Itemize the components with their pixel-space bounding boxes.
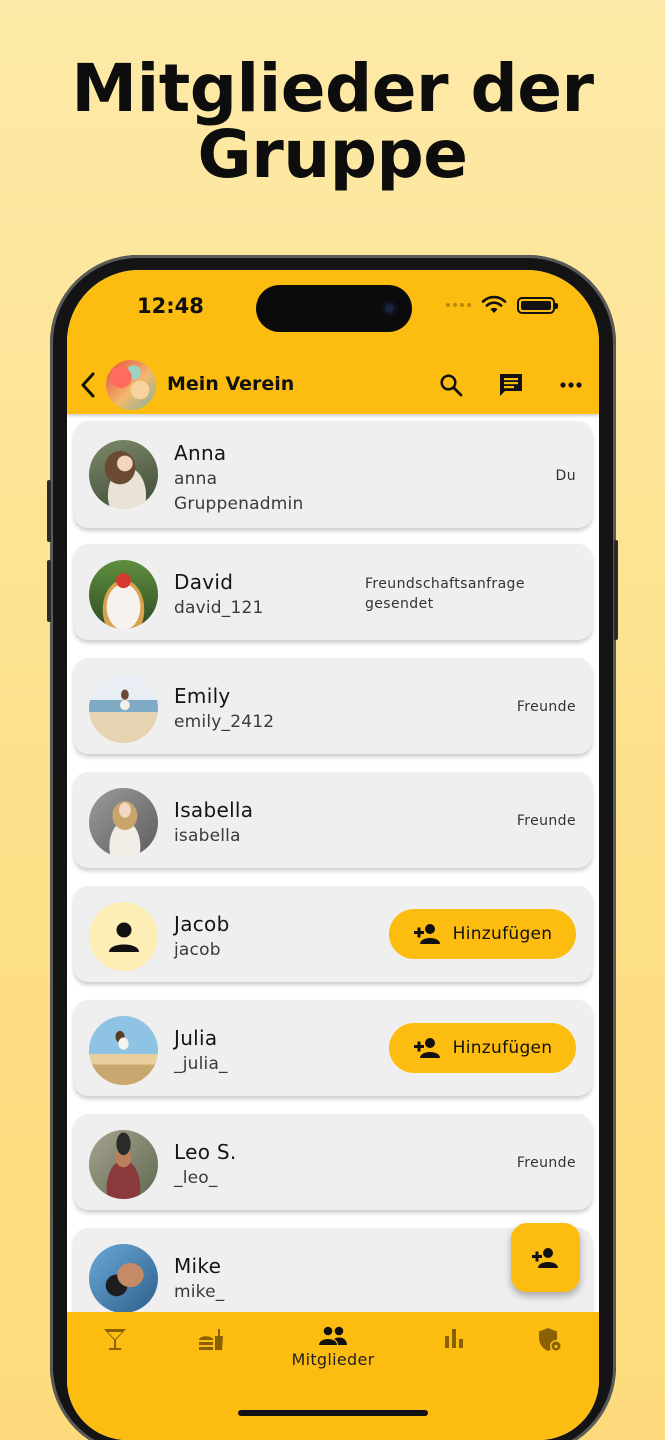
person-add-icon [413, 1038, 440, 1058]
member-card-david[interactable]: David david_121 Freundschaftsanfrage ges… [74, 544, 592, 640]
battery-icon [517, 296, 558, 314]
status-icons [446, 295, 558, 315]
headline-line-1: Mitglieder der [71, 50, 594, 127]
add-friend-label: Hinzufügen [452, 1038, 553, 1058]
member-card-isabella[interactable]: Isabella isabella Freunde [74, 772, 592, 868]
phone-screen: 12:48 Mein Verein Anna anna Gruppenadmin… [67, 270, 599, 1440]
avatar [89, 1244, 158, 1313]
headline-line-2: Gruppe [197, 116, 468, 193]
avatar [89, 674, 158, 743]
avatar [89, 440, 158, 509]
nav-label-members: Mitglieder [291, 1350, 375, 1369]
search-icon[interactable] [431, 365, 471, 405]
phone-button-left-2 [47, 560, 51, 622]
add-friend-label: Hinzufügen [452, 924, 553, 944]
member-name: Leo S. [174, 1140, 237, 1164]
cellular-signal-icon [446, 303, 471, 307]
member-name: Mike [174, 1254, 222, 1278]
group-icon [319, 1326, 347, 1345]
member-name: Anna [174, 441, 227, 465]
member-name: Jacob [174, 912, 230, 936]
app-bar: Mein Verein [67, 356, 599, 414]
dynamic-island [256, 285, 412, 332]
nav-item-privacy[interactable] [510, 1326, 590, 1354]
food-icon [199, 1329, 223, 1350]
member-status: Freundschaftsanfrage gesendet [365, 576, 525, 612]
person-placeholder-icon [89, 902, 158, 971]
member-name: Emily [174, 684, 231, 708]
avatar [89, 560, 158, 629]
avatar [89, 1016, 158, 1085]
page-headline: Mitglieder der Gruppe [0, 56, 665, 188]
member-status: Freunde [516, 699, 576, 715]
add-member-fab[interactable] [511, 1223, 580, 1292]
more-horizontal-icon[interactable] [551, 365, 591, 405]
nav-item-food[interactable] [171, 1326, 251, 1354]
member-name: David [174, 570, 234, 594]
member-username: _leo_ [174, 1168, 218, 1188]
member-card-julia[interactable]: Julia _julia_ Hinzufügen [74, 1000, 592, 1096]
member-status: Du [555, 468, 576, 484]
nav-item-stats[interactable] [414, 1326, 494, 1350]
chat-icon[interactable] [491, 365, 531, 405]
phone-button-right [614, 540, 618, 640]
member-username: _julia_ [174, 1054, 228, 1074]
member-username: mike_ [174, 1282, 225, 1302]
add-friend-button[interactable]: Hinzufügen [389, 909, 576, 959]
cocktail-icon [104, 1329, 126, 1350]
nav-item-members[interactable]: Mitglieder [291, 1326, 375, 1369]
person-add-icon [531, 1247, 558, 1268]
phone-button-left-1 [47, 480, 51, 542]
member-card-jacob[interactable]: Jacob jacob Hinzufügen [74, 886, 592, 982]
home-indicator [238, 1410, 428, 1416]
status-bar: 12:48 [67, 270, 599, 356]
member-card-emily[interactable]: Emily emily_2412 Freunde [74, 658, 592, 754]
member-username: anna [174, 469, 218, 489]
bar-chart-icon [445, 1329, 463, 1348]
member-role: Gruppenadmin [174, 494, 304, 514]
group-name[interactable]: Mein Verein [167, 373, 294, 395]
member-status: Freunde [516, 1155, 576, 1171]
shield-lock-icon [539, 1328, 562, 1352]
avatar [89, 788, 158, 857]
member-name: Isabella [174, 798, 254, 822]
status-time: 12:48 [137, 294, 204, 318]
add-friend-button[interactable]: Hinzufügen [389, 1023, 576, 1073]
member-status: Freunde [516, 813, 576, 829]
member-username: isabella [174, 826, 241, 846]
member-card-anna[interactable]: Anna anna Gruppenadmin Du [74, 421, 592, 528]
person-add-icon [413, 924, 440, 944]
member-username: jacob [174, 940, 221, 960]
member-username: david_121 [174, 598, 264, 618]
avatar [89, 1130, 158, 1199]
member-card-leo[interactable]: Leo S. _leo_ Freunde [74, 1114, 592, 1210]
wifi-icon [481, 295, 507, 313]
member-list[interactable]: Anna anna Gruppenadmin Du David david_12… [67, 414, 599, 1314]
group-avatar[interactable] [106, 360, 156, 410]
bottom-navigation: Mitglieder [67, 1312, 599, 1440]
member-name: Julia [174, 1026, 218, 1050]
camera-icon [382, 301, 397, 316]
back-arrow-icon[interactable] [73, 365, 103, 405]
nav-item-drinks[interactable] [75, 1326, 155, 1352]
member-username: emily_2412 [174, 712, 275, 732]
